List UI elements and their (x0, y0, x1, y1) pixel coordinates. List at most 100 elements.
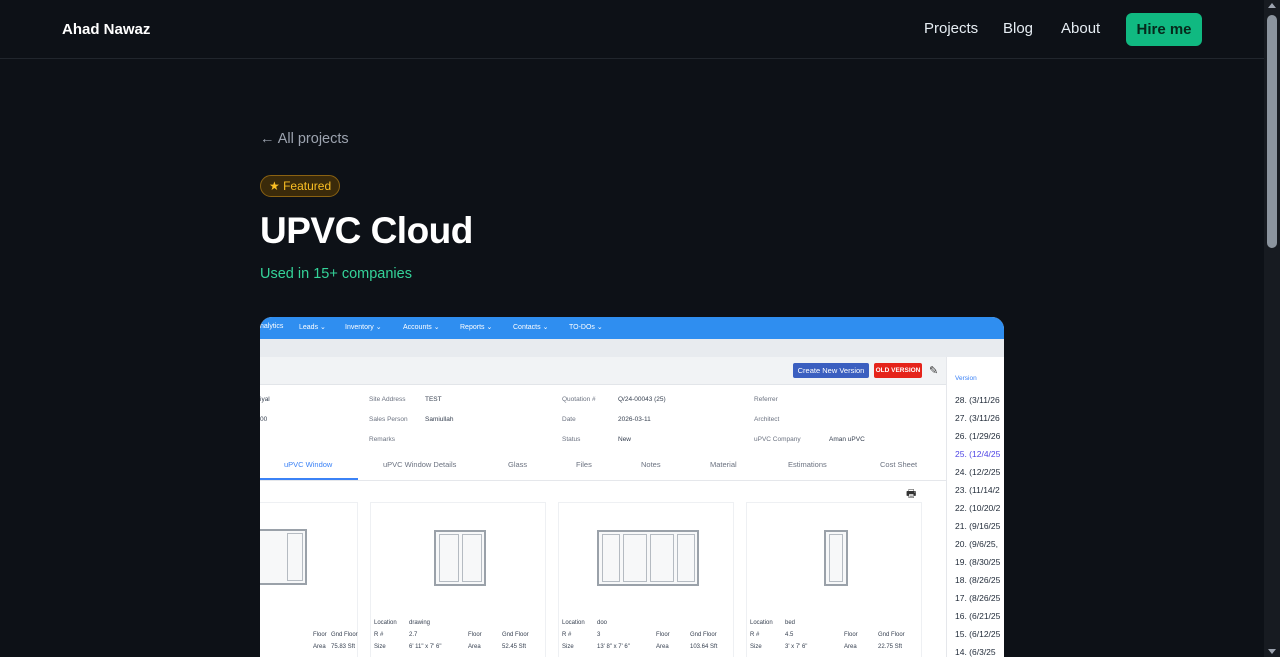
card-r-label: R # (750, 632, 760, 638)
nav-link-projects[interactable]: Projects (924, 20, 978, 37)
card-area: 52.45 Sft (502, 644, 527, 650)
window-drawing (434, 530, 486, 586)
version-item: 17. (8/26/25 (955, 593, 1001, 603)
window-sash (602, 534, 620, 582)
version-item: 16. (6/21/25 (955, 611, 1001, 621)
card-location: drawing (409, 620, 431, 626)
project-screenshot: nalytics Leads ⌄ Inventory ⌄ Accounts ⌄ … (260, 317, 1004, 657)
back-to-projects-link[interactable]: ← All projects (260, 131, 349, 147)
tab-notes: Notes (641, 460, 661, 469)
card-location-label: Location (562, 620, 585, 626)
menu-item: nalytics (260, 323, 284, 330)
scroll-down-icon[interactable] (1268, 649, 1276, 654)
menu-item: Accounts ⌄ (403, 324, 440, 331)
window-sash (829, 534, 843, 582)
tab-estimations: Estimations (788, 460, 827, 469)
card-location: bed (785, 620, 796, 626)
version-item: 27. (3/11/26 (955, 413, 1000, 423)
version-item: 14. (6/3/25 (955, 647, 996, 657)
tab-upvc-window-details: uPVC Window Details (383, 460, 457, 469)
top-nav: Ahad Nawaz Projects Blog About Hire me (0, 0, 1264, 59)
field-value: Samiullah (425, 416, 454, 423)
menu-item: Contacts ⌄ (513, 324, 549, 331)
version-header: Version (955, 375, 977, 382)
card-floor: Gnd Floor (690, 632, 717, 638)
window-drawing (260, 529, 307, 585)
version-item: 26. (1/29/26 (955, 431, 1001, 441)
version-sidebar: Version 28. (3/11/26 27. (3/11/26 26. (1… (946, 357, 1004, 657)
card-location-label: Location (750, 620, 773, 626)
window-card: Location drawing R # 2.7 Size 6' 11" x 7… (370, 502, 546, 657)
version-item: 28. (3/11/26 (955, 395, 1000, 405)
field-value: iyal (260, 396, 270, 403)
field-label: Referrer (754, 396, 778, 403)
old-version-button: OLD VERSION (874, 363, 922, 378)
field-value: Q/24-00043 (25) (618, 396, 666, 403)
field-label: uPVC Company (754, 436, 801, 443)
tab-glass: Glass (508, 460, 528, 469)
window-drawing (597, 530, 699, 586)
app-subbar (260, 339, 1004, 357)
card-floor-label: Floor (656, 632, 670, 638)
card-size-label: Size (374, 644, 386, 650)
featured-badge: ★ Featured (260, 175, 341, 197)
create-version-button: Create New Version (793, 363, 869, 378)
version-item: 18. (8/26/25 (955, 575, 1001, 585)
card-area-label: Area (844, 644, 857, 650)
field-value: New (618, 436, 632, 443)
card-r: 2.7 (409, 632, 418, 638)
window-sash (462, 534, 482, 582)
card-size: 6' 11" x 7' 6" (409, 644, 442, 650)
window-sash (287, 533, 303, 581)
card-size-label: Size (750, 644, 762, 650)
card-size-label: Size (562, 644, 574, 650)
field-label: Site Address (369, 396, 406, 403)
window-sash (623, 534, 647, 582)
window-drawing (824, 530, 848, 586)
tab-material: Material (710, 460, 737, 469)
field-label: Remarks (369, 436, 396, 443)
card-r: 3 (597, 632, 601, 638)
field-label: Date (562, 416, 576, 423)
page-scrollbar[interactable] (1264, 0, 1280, 657)
card-area-label: Area (468, 644, 481, 650)
card-r: 4.5 (785, 632, 794, 638)
version-item: 22. (10/20/2 (955, 503, 1001, 513)
field-label: Architect (754, 416, 780, 423)
field-label: Status (562, 436, 581, 443)
menu-item: Reports ⌄ (460, 324, 493, 331)
version-item: 15. (6/12/25 (955, 629, 1001, 639)
card-r-label: R # (374, 632, 384, 638)
card-floor: Gnd Floor (878, 632, 905, 638)
project-title: UPVC Cloud (260, 210, 473, 251)
version-item: 19. (8/30/25 (955, 557, 1001, 567)
nav-link-blog[interactable]: Blog (1003, 20, 1033, 37)
scrollbar-thumb[interactable] (1267, 15, 1277, 248)
field-value: 2026-03-11 (618, 416, 651, 423)
hire-me-button[interactable]: Hire me (1126, 13, 1202, 46)
menu-item: Leads ⌄ (299, 324, 326, 331)
card-area: 22.75 Sft (878, 644, 903, 650)
card-floor-label: Floor (313, 632, 327, 638)
card-location: doo (597, 620, 608, 626)
card-area-label: Area (656, 644, 669, 650)
window-sash (650, 534, 674, 582)
window-card: Location bed R # 4.5 Size 3' x 7' 6" Flo… (746, 502, 922, 657)
version-item: 20. (9/6/25, (955, 539, 999, 549)
window-card: Floor Area Gnd Floor 75.83 Sft (260, 502, 358, 657)
card-floor: Gnd Floor (502, 632, 529, 638)
app-tabs (260, 453, 946, 481)
nav-link-about[interactable]: About (1061, 20, 1100, 37)
card-r-label: R # (562, 632, 572, 638)
pencil-icon: ✎ (929, 365, 939, 377)
brand-link[interactable]: Ahad Nawaz (62, 21, 150, 38)
version-item-active: 25. (12/4/25 (955, 449, 1001, 459)
field-label: Quotation # (562, 396, 596, 403)
version-item: 24. (12/2/25 (955, 467, 1001, 477)
window-card: Location doo R # 3 Size 13' 8" x 7' 6" F… (558, 502, 734, 657)
card-size: 3' x 7' 6" (785, 644, 808, 650)
tab-files: Files (576, 460, 592, 469)
version-item: 21. (9/16/25 (955, 521, 1001, 531)
scroll-up-icon[interactable] (1268, 3, 1276, 8)
field-value: TEST (425, 396, 442, 403)
